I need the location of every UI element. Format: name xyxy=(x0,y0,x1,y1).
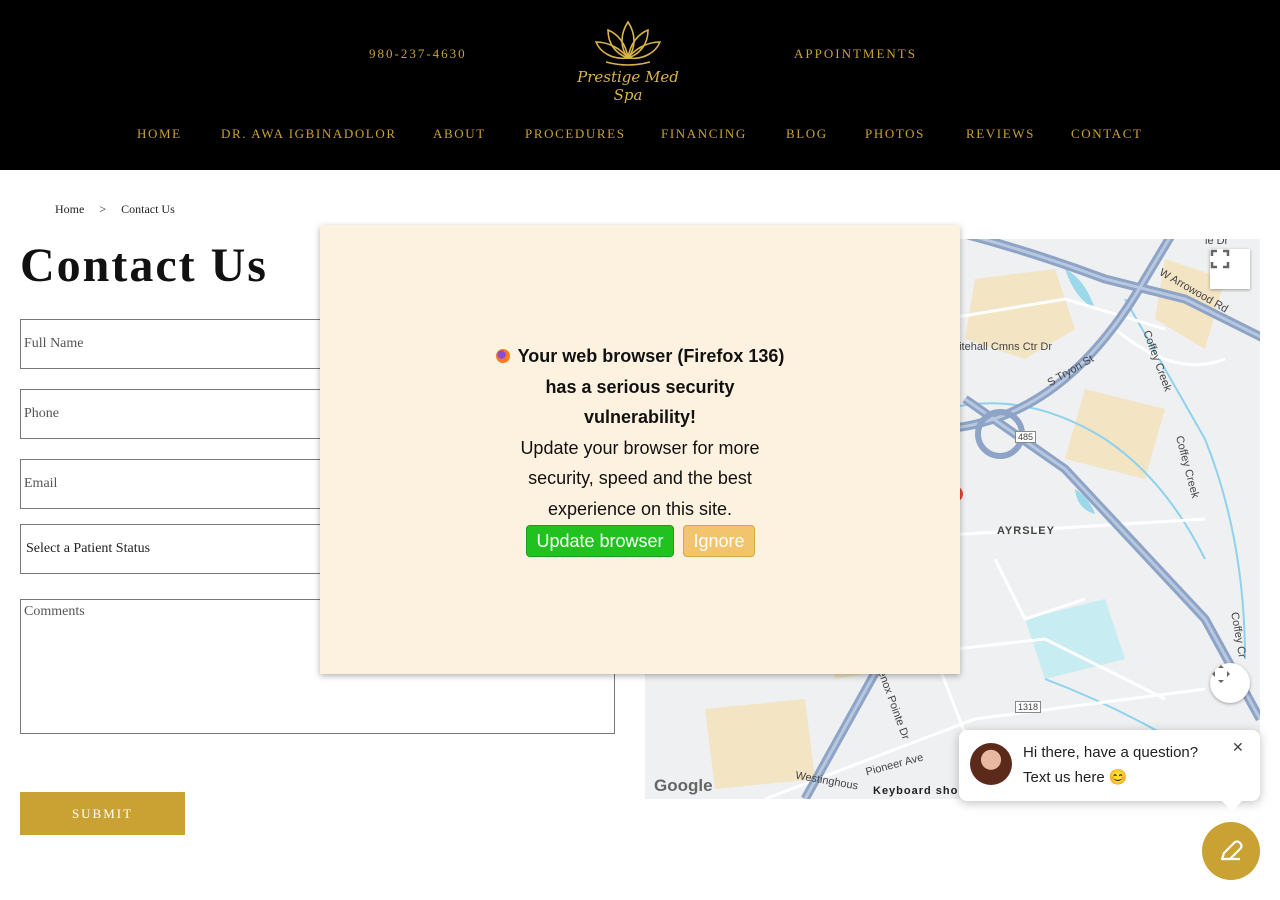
fullscreen-icon xyxy=(1210,249,1230,269)
nav-reviews[interactable]: REVIEWS xyxy=(966,126,1035,142)
map-route-1318: 1318 xyxy=(1015,701,1042,713)
logo-text: Prestige Med Spa xyxy=(577,68,679,104)
browser-update-modal: Your web browser (Firefox 136) has a ser… xyxy=(320,225,960,674)
google-logo: Google xyxy=(654,776,713,795)
fullscreen-button[interactable] xyxy=(1210,249,1250,289)
site-logo[interactable]: Prestige Med Spa xyxy=(572,18,684,104)
move-arrows-icon xyxy=(1212,665,1230,683)
lotus-icon xyxy=(594,20,662,66)
nav-home[interactable]: HOME xyxy=(137,126,182,142)
chat-launcher-button[interactable] xyxy=(1202,822,1260,880)
nav-blog[interactable]: BLOG xyxy=(786,126,828,142)
ignore-button[interactable]: Ignore xyxy=(683,525,755,557)
map-label-top-right: le Dr xyxy=(1205,239,1229,247)
breadcrumb-separator: > xyxy=(99,202,107,216)
appointments-link[interactable]: APPOINTMENTS xyxy=(794,46,917,62)
nav-procedures[interactable]: PROCEDURES xyxy=(525,126,626,142)
modal-line-2: has a serious security xyxy=(545,376,735,397)
nav-doctor[interactable]: DR. AWA IGBINADOLOR xyxy=(221,126,397,142)
close-icon[interactable]: ✕ xyxy=(1232,740,1244,756)
breadcrumb: Home > Contact Us xyxy=(55,202,187,217)
map-camera-control[interactable] xyxy=(1210,663,1250,703)
map-route-485: 485 xyxy=(1015,431,1037,443)
avatar xyxy=(970,743,1012,785)
nav-contact[interactable]: CONTACT xyxy=(1071,126,1143,142)
update-browser-button[interactable]: Update browser xyxy=(526,525,674,557)
main-nav: HOME DR. AWA IGBINADOLOR ABOUT PROCEDURE… xyxy=(0,126,1280,142)
nav-photos[interactable]: PHOTOS xyxy=(865,126,925,142)
modal-line-6: experience on this site. xyxy=(547,498,733,519)
chat-line-2: Text us here 😊 xyxy=(1023,769,1128,786)
chat-prompt[interactable]: Hi there, have a question? Text us here … xyxy=(959,730,1260,811)
modal-line-1: Your web browser (Firefox 136) xyxy=(320,341,960,372)
keyboard-shortcuts[interactable]: Keyboard sho xyxy=(873,785,958,797)
nav-about[interactable]: ABOUT xyxy=(433,126,486,142)
chat-line-1: Hi there, have a question? xyxy=(1023,744,1199,761)
chat-icon xyxy=(1220,840,1243,861)
site-header: 980-237-4630 Prestige Med Spa APPOINTMEN… xyxy=(0,0,1280,170)
submit-button[interactable]: SUBMIT xyxy=(20,792,185,835)
firefox-icon xyxy=(495,349,510,363)
nav-financing[interactable]: FINANCING xyxy=(661,126,747,142)
breadcrumb-home[interactable]: Home xyxy=(55,202,84,216)
modal-line-5: security, speed and the best xyxy=(528,468,752,488)
modal-line-3: vulnerability! xyxy=(583,407,697,427)
page-title: Contact Us xyxy=(20,239,268,292)
modal-line-4: Update your browser for more xyxy=(520,437,760,458)
breadcrumb-current: Contact Us xyxy=(121,202,175,216)
map-label-whitehall: hitehall Cmns Ctr Dr xyxy=(953,341,1053,353)
map-label-ayrsley: AYRSLEY xyxy=(997,525,1055,537)
modal-message: Your web browser (Firefox 136) has a ser… xyxy=(320,341,960,524)
phone-link[interactable]: 980-237-4630 xyxy=(369,46,467,62)
